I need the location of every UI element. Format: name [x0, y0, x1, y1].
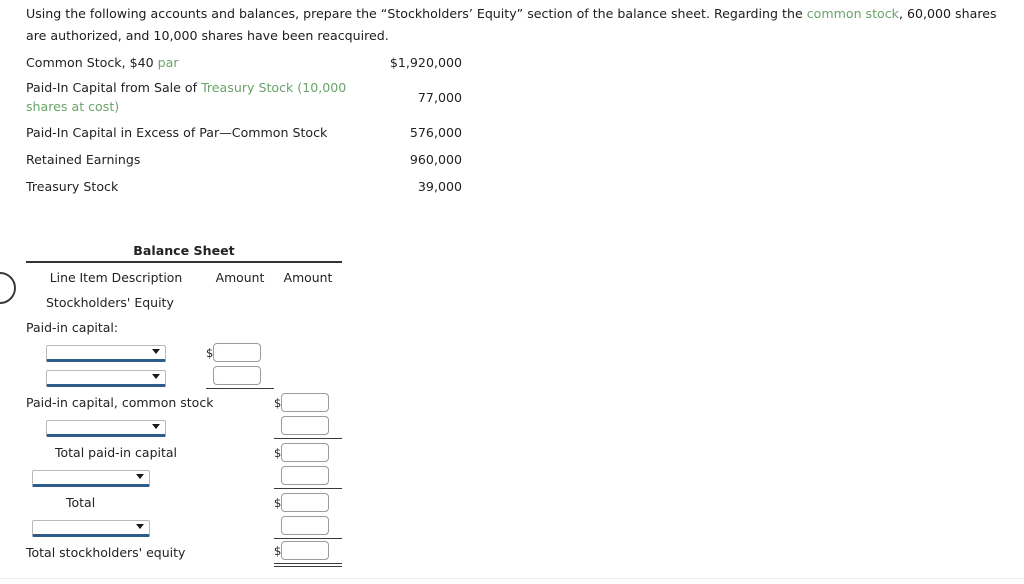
currency-symbol: $ — [274, 395, 282, 410]
account-label-plain: Paid-In Capital in Excess of Par—Common … — [26, 124, 328, 140]
table-top-rule — [26, 261, 342, 263]
currency-symbol: $ — [274, 445, 282, 460]
line-item-select-1-wrap — [46, 344, 166, 362]
amount-cell-3: $ — [274, 393, 329, 412]
table-row-stockholders-equity: Stockholders' Equity — [26, 290, 342, 315]
account-amount: 576,000 — [409, 124, 462, 140]
amount-cell-9: $ — [274, 541, 329, 560]
row-label-total: Total — [66, 495, 96, 510]
amount-cell-7: $ — [274, 493, 329, 512]
table-row-entry-5: $ — [26, 515, 342, 540]
amount-cell-5: $ — [274, 443, 329, 462]
amount-cell-1: $ — [206, 343, 261, 362]
account-amount: 39,000 — [417, 178, 462, 194]
account-label-plain: Paid-In Capital from Sale of — [26, 80, 202, 95]
line-item-select-5-wrap — [32, 519, 150, 537]
question-prompt: Using the following accounts and balance… — [26, 3, 1016, 47]
column-header-amount-1: Amount — [215, 269, 265, 285]
table-header-row: Line Item Description Amount Amount — [26, 265, 342, 290]
amount-cell-2: $ — [206, 366, 261, 385]
help-circle-icon[interactable] — [0, 272, 16, 304]
common-stock-link[interactable]: common stock — [807, 6, 899, 21]
account-label: Treasury Stock — [26, 177, 374, 196]
account-row: Paid-In Capital in Excess of Par—Common … — [26, 119, 462, 145]
account-label-plain: Treasury Stock — [26, 178, 119, 194]
table-row-entry-1: $ — [26, 340, 342, 365]
amount-cell-8: $ — [274, 516, 329, 535]
line-item-select-2[interactable] — [46, 369, 166, 387]
account-label: Paid-In Capital in Excess of Par—Common … — [26, 123, 374, 142]
amount-input-6[interactable] — [281, 466, 329, 485]
amount-input-1[interactable] — [213, 343, 261, 362]
line-item-select-2-wrap — [46, 369, 166, 387]
line-item-select-5[interactable] — [32, 519, 150, 537]
amount-input-9[interactable] — [281, 541, 329, 560]
account-label: Retained Earnings — [26, 150, 374, 169]
currency-symbol-placeholder: $ — [206, 369, 213, 383]
amount-input-4[interactable] — [281, 416, 329, 435]
currency-symbol-placeholder: $ — [274, 469, 281, 483]
account-amount: 77,000 — [417, 89, 462, 105]
account-row: Paid-In Capital from Sale of Treasury St… — [26, 76, 462, 118]
line-item-select-1[interactable] — [46, 344, 166, 362]
account-label-plain: Retained Earnings — [26, 151, 141, 167]
currency-symbol-placeholder: $ — [274, 519, 281, 533]
table-row-paid-in-capital: Paid-in capital: — [26, 315, 342, 340]
table-row-total-stockholders-equity: Total stockholders' equity $ — [26, 540, 342, 567]
amount-cell-4: $ — [274, 416, 329, 435]
currency-symbol-placeholder: $ — [274, 419, 281, 433]
table-row-entry-4: $ — [26, 465, 342, 490]
account-label: Paid-In Capital from Sale of Treasury St… — [26, 78, 374, 116]
account-row: Treasury Stock 39,000 — [26, 173, 462, 199]
row-label-total-stockholders-equity: Total stockholders' equity — [26, 545, 186, 560]
row-label-paid-in-capital: Paid-in capital: — [26, 320, 119, 335]
row-label-paid-in-capital-common-stock: Paid-in capital, common stock — [26, 395, 214, 410]
currency-symbol: $ — [274, 495, 282, 510]
currency-symbol: $ — [274, 543, 282, 558]
balance-sheet-worksheet: Balance Sheet Line Item Description Amou… — [26, 243, 342, 567]
row-label-total-paid-in-capital: Total paid-in capital — [54, 445, 178, 460]
amount-input-2[interactable] — [213, 366, 261, 385]
prompt-text-part1: Using the following accounts and balance… — [26, 6, 807, 21]
amount-input-8[interactable] — [281, 516, 329, 535]
amount-input-3[interactable] — [281, 393, 329, 412]
accounts-balances-list: Common Stock, $40 par $1,920,000 Paid-In… — [26, 49, 462, 200]
line-item-select-3-wrap — [46, 419, 166, 437]
account-amount: 960,000 — [409, 151, 462, 167]
account-label: Common Stock, $40 par — [26, 53, 374, 72]
page-bottom-divider — [0, 578, 1024, 579]
account-amount: $1,920,000 — [389, 54, 462, 70]
table-row-entry-3: $ — [26, 415, 342, 440]
table-row-total: Total $ — [26, 490, 342, 515]
table-row-paid-in-capital-common-stock: Paid-in capital, common stock $ — [26, 390, 342, 415]
amount-input-5[interactable] — [281, 443, 329, 462]
account-row: Retained Earnings 960,000 — [26, 146, 462, 172]
row-label-stockholders-equity: Stockholders' Equity — [46, 295, 174, 310]
account-label-term[interactable]: par — [158, 55, 179, 70]
line-item-select-4[interactable] — [32, 469, 150, 487]
amount-cell-6: $ — [274, 466, 329, 485]
currency-symbol: $ — [206, 345, 214, 360]
column-header-description: Line Item Description — [49, 269, 183, 285]
amount-input-7[interactable] — [281, 493, 329, 512]
line-item-select-4-wrap — [32, 469, 150, 487]
line-item-select-3[interactable] — [46, 419, 166, 437]
table-row-total-paid-in-capital: Total paid-in capital $ — [26, 440, 342, 465]
account-label-plain: Common Stock, $40 — [26, 54, 158, 70]
column-header-amount-2: Amount — [283, 269, 333, 285]
account-row: Common Stock, $40 par $1,920,000 — [26, 49, 462, 75]
table-row-entry-2: $ — [26, 365, 342, 390]
balance-sheet-title: Balance Sheet — [133, 243, 235, 258]
